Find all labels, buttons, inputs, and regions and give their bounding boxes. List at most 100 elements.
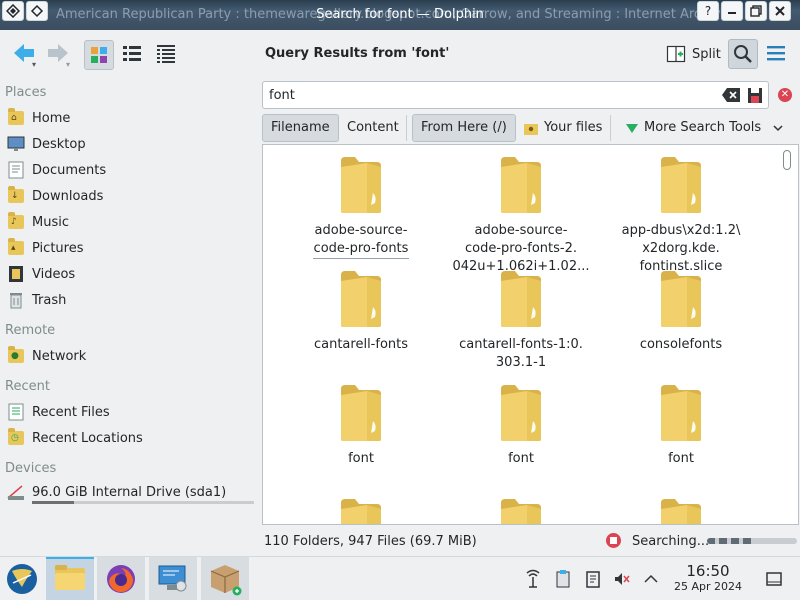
- downloads-folder-icon: ↓: [6, 186, 26, 206]
- user-folder-icon: [524, 124, 538, 135]
- more-search-tools-button[interactable]: More Search Tools: [616, 114, 793, 142]
- clear-search-icon[interactable]: [722, 88, 740, 102]
- close-search-icon[interactable]: ✕: [778, 88, 792, 102]
- sidebar-item-pictures[interactable]: ▴ Pictures: [6, 237, 83, 259]
- filter-filename-button[interactable]: Filename: [262, 114, 339, 142]
- desktop-icon: [6, 134, 26, 154]
- help-icon[interactable]: ?: [697, 1, 719, 21]
- show-desktop-icon[interactable]: [764, 569, 784, 589]
- system-settings-icon: [158, 565, 187, 592]
- file-item[interactable]: [601, 487, 761, 524]
- sidebar-item-videos[interactable]: Videos: [6, 263, 75, 285]
- file-item[interactable]: font: [281, 373, 441, 483]
- search-input[interactable]: [269, 86, 709, 104]
- sidebar-item-label: 96.0 GiB Internal Drive (sda1): [32, 484, 227, 500]
- hamburger-menu-button[interactable]: [765, 42, 787, 64]
- split-label: Split: [692, 46, 721, 62]
- package-installer-task[interactable]: [201, 557, 249, 600]
- compact-view-icon: [123, 46, 141, 61]
- sidebar-item-label: Trash: [32, 292, 67, 308]
- file-item[interactable]: [441, 487, 601, 524]
- sidebar-item-recent-locations[interactable]: ◷ Recent Locations: [6, 427, 143, 449]
- file-item[interactable]: app-dbus\x2d:1.2\ x2dorg.kde. fontinst.sli…: [601, 145, 761, 274]
- drive-usage-bar: [32, 501, 254, 504]
- sidebar-item-recent-files[interactable]: Recent Files: [6, 401, 110, 423]
- maximize-icon[interactable]: [745, 1, 767, 21]
- main-toolbar: ▾ ▾ Query Results from 'font' Split: [0, 30, 800, 78]
- kde-launcher-button[interactable]: [0, 557, 48, 600]
- volume-muted-tray-icon[interactable]: [612, 569, 632, 589]
- filter-divider: [406, 115, 407, 141]
- sidebar-item-label: Recent Files: [32, 404, 110, 420]
- folder-icon: [501, 157, 541, 213]
- window-title: Search for font — Dolphin: [316, 7, 484, 22]
- search-status-text: Searching...: [632, 534, 710, 549]
- file-item[interactable]: font: [441, 373, 601, 483]
- folder-icon: [341, 271, 381, 327]
- taskbar: 16:50 25 Apr 2024: [0, 556, 800, 600]
- sidebar-item-home[interactable]: ⌂ Home: [6, 107, 70, 129]
- file-name-line: font: [508, 451, 534, 466]
- search-toggle-button[interactable]: [728, 39, 758, 69]
- sidebar-item-trash[interactable]: Trash: [6, 289, 66, 311]
- system-settings-task[interactable]: [149, 557, 197, 600]
- sidebar-item-music[interactable]: ♪ Music: [6, 211, 69, 233]
- your-files-label: Your files: [544, 120, 603, 135]
- firefox-task[interactable]: [97, 557, 145, 600]
- network-tray-icon[interactable]: [523, 569, 543, 589]
- compact-view-button[interactable]: [118, 40, 148, 70]
- stop-search-icon[interactable]: [606, 533, 621, 548]
- clock-time: 16:50: [686, 562, 730, 580]
- icons-view-button[interactable]: [84, 40, 114, 70]
- file-item[interactable]: [281, 487, 441, 524]
- section-devices: Devices: [5, 461, 57, 476]
- file-item[interactable]: adobe-source-code-pro-fonts: [281, 145, 441, 259]
- file-item[interactable]: cantarell-fonts-1:0. 303.1-1: [441, 259, 601, 370]
- sidebar-item-network[interactable]: ● Network: [6, 345, 86, 367]
- page-title: Query Results from 'font': [265, 46, 450, 61]
- sidebar-item-downloads[interactable]: ↓ Downloads: [6, 185, 103, 207]
- folder-icon: [341, 385, 381, 441]
- firefox-icon: [107, 565, 135, 593]
- file-name-line: 303.1-1: [495, 355, 547, 370]
- folder-icon: [501, 499, 541, 524]
- sidebar-item-label: Music: [32, 214, 69, 230]
- clock[interactable]: 16:50 25 Apr 2024: [670, 563, 746, 594]
- folder-icon: [661, 385, 701, 441]
- file-item[interactable]: consolefonts: [601, 259, 761, 369]
- folder-icon: [661, 157, 701, 213]
- dolphin-task[interactable]: [46, 557, 94, 600]
- home-folder-icon: ⌂: [6, 108, 26, 128]
- sidebar-item-documents[interactable]: Documents: [6, 159, 106, 181]
- section-places: Places: [5, 85, 47, 100]
- split-button[interactable]: Split: [662, 40, 725, 68]
- save-search-icon[interactable]: [747, 87, 763, 104]
- close-icon[interactable]: [769, 1, 791, 21]
- sidebar-item-label: Desktop: [32, 136, 86, 152]
- filter-from-here-button[interactable]: From Here (/): [412, 114, 516, 142]
- file-grid[interactable]: adobe-source-code-pro-fonts adobe-source-…: [262, 144, 799, 525]
- sidebar-item-label: Videos: [32, 266, 76, 282]
- filter-content-button[interactable]: Content: [338, 114, 408, 142]
- notes-tray-icon[interactable]: [583, 569, 603, 589]
- sidebar-item-label: Downloads: [32, 188, 104, 204]
- sidebar-item-desktop[interactable]: Desktop: [6, 133, 86, 155]
- minimize-icon[interactable]: [721, 1, 743, 21]
- file-item[interactable]: font: [601, 373, 761, 483]
- details-view-button[interactable]: [152, 40, 182, 70]
- file-item[interactable]: adobe-source-code-pro-fonts-2. 042u+1.062…: [441, 145, 601, 274]
- filter-your-files-button[interactable]: Your files: [514, 114, 611, 142]
- download-arrow-icon: [626, 124, 638, 133]
- back-dropdown-icon[interactable]: ▾: [32, 60, 36, 69]
- file-item[interactable]: cantarell-fonts: [281, 259, 441, 369]
- forward-dropdown-icon[interactable]: ▾: [66, 60, 70, 69]
- sidebar-item-internal-drive[interactable]: 96.0 GiB Internal Drive (sda1): [6, 481, 226, 503]
- chevron-up-icon[interactable]: [641, 569, 661, 589]
- recent-locations-icon: ◷: [6, 428, 26, 448]
- window-titlebar[interactable]: American Republican Party : themewaregal…: [0, 0, 800, 30]
- vertical-scrollbar[interactable]: [783, 150, 791, 170]
- search-filter-bar: Filename Content From Here (/) Your file…: [262, 113, 800, 143]
- clipboard-tray-icon[interactable]: [553, 569, 573, 589]
- search-icon: [734, 45, 752, 63]
- section-remote: Remote: [5, 323, 56, 338]
